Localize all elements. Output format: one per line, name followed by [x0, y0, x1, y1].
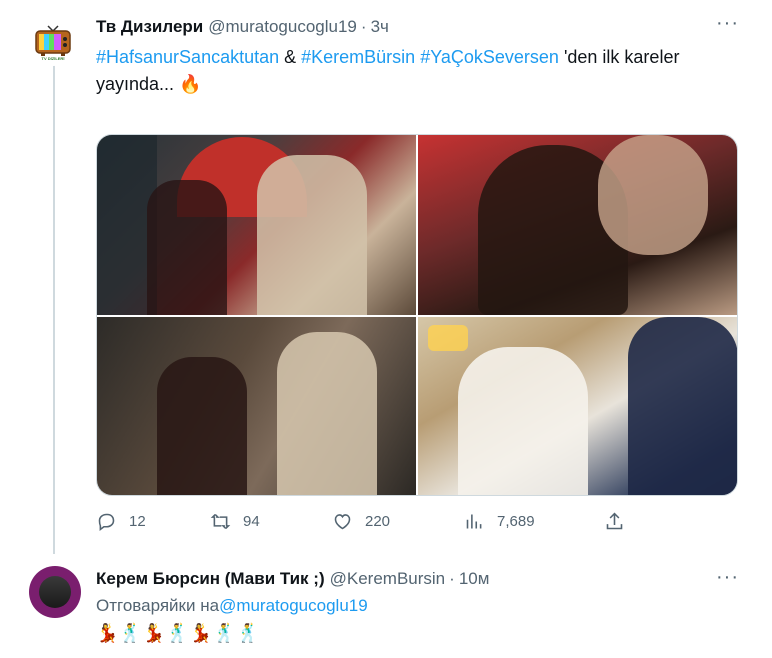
author-handle[interactable]: @muratogucoglu19 [208, 17, 357, 37]
reply-icon [98, 513, 115, 531]
reply-author-name[interactable]: Керем Бюрсин (Мави Тик ;) [96, 569, 325, 589]
like-count: 220 [365, 513, 391, 530]
tweet-actions: 12 94 220 7,689 [96, 511, 636, 539]
figure-shape [257, 155, 367, 315]
avatar-caption: TV DİZİLERİ [41, 56, 65, 61]
view-count: 7,689 [497, 513, 535, 530]
figure-shape [277, 332, 377, 495]
tv-icon [35, 25, 71, 56]
figure-shape [458, 347, 588, 495]
hashtag-yacokseversen[interactable]: #YaÇokSeversen [420, 47, 559, 67]
separator-dot: · [360, 17, 367, 36]
reply-text: 💃🕺💃🕺💃🕺🕺 [96, 623, 260, 643]
avatar-photo [39, 576, 71, 608]
share-icon [606, 512, 623, 530]
thread-line [53, 60, 55, 554]
photo-1[interactable] [97, 135, 416, 315]
reply-author-handle[interactable]: @KeremBursin [330, 569, 446, 589]
tweet-time[interactable]: 3ч [371, 17, 389, 37]
reply-count: 12 [129, 513, 146, 530]
mention-link[interactable]: @muratogucoglu19 [219, 596, 368, 615]
reply-time[interactable]: 10м [459, 569, 490, 589]
photo-4[interactable] [418, 317, 737, 495]
views-icon [466, 514, 482, 529]
replying-to-label: Отговаряйки на [96, 596, 220, 615]
heart-icon [334, 514, 351, 530]
media-grid [96, 134, 738, 496]
tweet-text: #HafsanurSancaktutan & #KeremBürsin #YaÇ… [96, 44, 736, 98]
retweet-button[interactable]: 94 [210, 511, 260, 532]
views-button[interactable]: 7,689 [464, 511, 535, 532]
photo-2[interactable] [418, 135, 737, 315]
like-button[interactable]: 220 [332, 511, 390, 532]
retweet-icon [210, 513, 231, 530]
hashtag-kerem[interactable]: #KeremBürsin [301, 47, 415, 67]
reply-author-avatar[interactable] [29, 566, 81, 618]
figure-shape [628, 317, 737, 495]
reply-header: Керем Бюрсин (Мави Тик ;) @KeremBursin ·… [96, 568, 489, 590]
retweet-count: 94 [243, 513, 260, 530]
tweet-header: Тв Дизилери @muratogucoglu19 · 3ч [96, 16, 389, 38]
share-button[interactable] [604, 511, 625, 532]
replying-to: Отговаряйки на@muratogucoglu19 [96, 594, 368, 618]
figure-shape [147, 180, 227, 315]
more-options-icon[interactable]: ··· [716, 13, 739, 33]
author-name[interactable]: Тв Дизилери [96, 17, 203, 37]
figure-shape [157, 357, 247, 495]
text-amp: & [279, 47, 302, 67]
separator-dot: · [449, 569, 455, 588]
figure-shape [598, 135, 708, 255]
photo-3[interactable] [97, 317, 416, 495]
reply-button[interactable]: 12 [96, 511, 146, 532]
reply-more-options-icon[interactable]: ··· [716, 567, 739, 587]
chandelier-shape [428, 325, 468, 351]
author-avatar[interactable]: TV DİZİLERİ [27, 14, 79, 66]
hashtag-hafsanur[interactable]: #HafsanurSancaktutan [96, 47, 279, 67]
